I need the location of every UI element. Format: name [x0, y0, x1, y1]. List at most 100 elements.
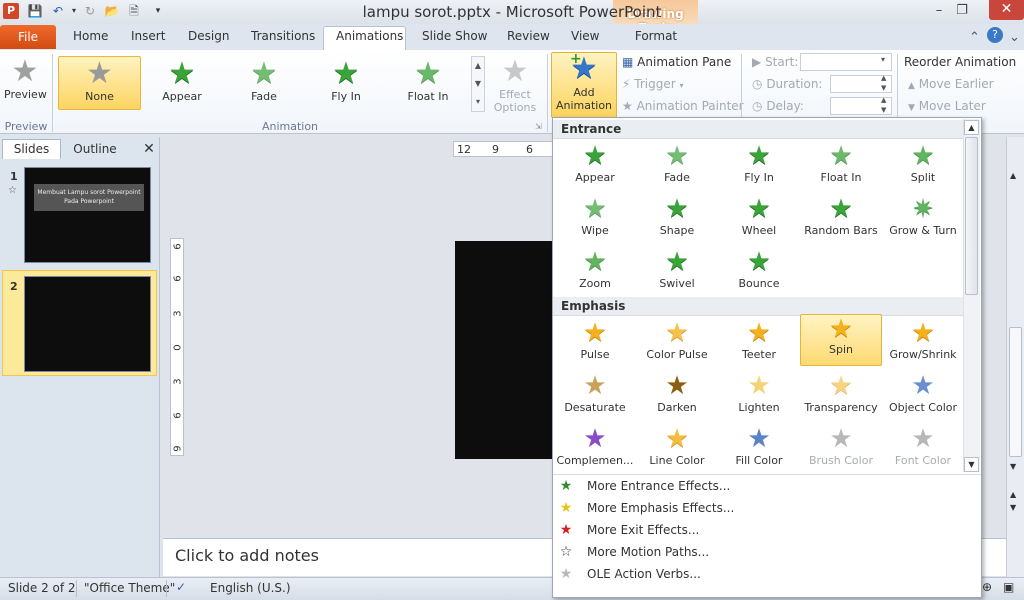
entrance-wipe[interactable]: ★ Wipe — [554, 194, 636, 246]
tab-view[interactable]: View — [571, 29, 599, 43]
emphasis-line-color[interactable]: ★ Line Color — [636, 424, 718, 476]
restore-icon[interactable]: ❐ — [951, 2, 973, 20]
emphasis-teeter[interactable]: ★ Teeter — [718, 318, 800, 370]
divider — [547, 54, 548, 132]
ribbon-options-icon[interactable]: ⌄ — [1009, 30, 1020, 45]
move-later-button[interactable]: ▼ Move Later — [908, 99, 986, 113]
scrollbar-thumb[interactable] — [1009, 327, 1022, 457]
pulse-icon: ★ — [583, 318, 607, 348]
tab-file[interactable]: File — [0, 25, 56, 49]
entrance-grow-turn[interactable]: ✷ Grow & Turn — [882, 194, 964, 246]
notes-placeholder[interactable]: Click to add notes — [175, 546, 319, 565]
more-emphasis-effects[interactable]: More Emphasis Effects... — [587, 501, 734, 515]
trigger-button[interactable]: ⚡ Trigger ▾ — [622, 77, 684, 91]
emphasis-pulse[interactable]: ★ Pulse — [554, 318, 636, 370]
preview-button[interactable]: ★ Preview — [4, 56, 47, 102]
gallery-scroll-buttons[interactable]: ▲ ▼ ▾ — [471, 56, 485, 112]
close-panel-icon[interactable]: ✕ — [141, 139, 157, 159]
start-dropdown-arrow-icon[interactable]: ▾ — [881, 55, 885, 64]
tab-animations[interactable]: Animations — [336, 29, 403, 43]
slide-1-thumbnail[interactable] — [24, 167, 151, 263]
animation-float-in-button[interactable]: ★ Float In — [387, 58, 469, 104]
main-vertical-scrollbar[interactable]: ▲ ▼ ▲ ▼ — [1006, 137, 1024, 577]
emphasis-transparency[interactable]: ★ Transparency — [800, 371, 882, 423]
animation-pane-label: Animation Pane — [637, 55, 732, 69]
entrance-fade[interactable]: ★ Fade — [636, 141, 718, 193]
animation-fly-in-button[interactable]: ★ Fly In — [305, 58, 387, 104]
emphasis-color-pulse[interactable]: ★ Color Pulse — [636, 318, 718, 370]
scroll-up-icon[interactable]: ▲ — [1010, 171, 1016, 180]
entrance-shape[interactable]: ★ Shape — [636, 194, 718, 246]
entrance-label: Wipe — [581, 224, 609, 237]
bounce-icon: ★ — [747, 247, 771, 277]
animation-painter-icon: ★ — [622, 99, 633, 113]
duration-spinner-icon[interactable]: ▲ ▼ — [881, 73, 886, 93]
theme-name[interactable]: "Office Theme" — [84, 581, 175, 595]
entrance-fly-in[interactable]: ★ Fly In — [718, 141, 800, 193]
emphasis-desaturate[interactable]: ★ Desaturate — [554, 371, 636, 423]
entrance-swivel[interactable]: ★ Swivel — [636, 247, 718, 299]
delay-label-text: Delay: — [766, 99, 804, 113]
emphasis-darken[interactable]: ★ Darken — [636, 371, 718, 423]
entrance-float-in[interactable]: ★ Float In — [800, 141, 882, 193]
zoom-in-icon[interactable]: ⊕ — [982, 580, 992, 594]
tab-slides[interactable]: Slides — [2, 139, 61, 159]
language[interactable]: English (U.S.) — [210, 581, 291, 595]
emphasis-lighten[interactable]: ★ Lighten — [718, 371, 800, 423]
tab-transitions[interactable]: Transitions — [251, 29, 315, 43]
start-dropdown[interactable] — [800, 53, 892, 71]
desaturate-icon: ★ — [583, 371, 607, 401]
effect-options-button[interactable]: ★ Effect Options — [490, 56, 540, 115]
more-motion-paths[interactable]: More Motion Paths... — [587, 545, 709, 559]
fit-to-window-icon[interactable]: ▣ — [1003, 580, 1014, 594]
entrance-bounce[interactable]: ★ Bounce — [718, 247, 800, 299]
entrance-random-bars[interactable]: ★ Random Bars — [800, 194, 882, 246]
more-entrance-effects[interactable]: More Entrance Effects... — [587, 479, 730, 493]
line-color-icon: ★ — [665, 424, 689, 454]
animation-none-button[interactable]: ★ None — [58, 58, 141, 104]
duration-label: ◷ Duration: — [752, 77, 822, 91]
gallery-scroll-up-icon[interactable]: ▲ — [964, 120, 979, 135]
ruler-mark: 9 — [492, 143, 499, 156]
minimize-icon[interactable]: – — [928, 2, 950, 20]
emphasis-object-color[interactable]: ★ Object Color — [882, 371, 964, 423]
tab-outline[interactable]: Outline — [62, 139, 128, 159]
help-icon[interactable]: ? — [987, 27, 1003, 43]
emphasis-fill-color[interactable]: ★ Fill Color — [718, 424, 800, 476]
slide-canvas[interactable] — [455, 241, 555, 459]
tab-home[interactable]: Home — [73, 29, 108, 43]
gallery-scroll-thumb[interactable] — [965, 137, 978, 295]
move-later-label: Move Later — [918, 99, 986, 113]
animation-appear-button[interactable]: ★ Appear — [141, 58, 223, 104]
add-animation-button[interactable]: ★ Add Animation — [551, 52, 617, 113]
emphasis-grow-shrink[interactable]: ★ Grow/Shrink — [882, 318, 964, 370]
delay-spinner-icon[interactable]: ▲ ▼ — [881, 95, 886, 115]
entrance-wheel[interactable]: ★ Wheel — [718, 194, 800, 246]
animation-pane-button[interactable]: ▦ Animation Pane — [622, 55, 731, 69]
tab-format[interactable]: Format — [620, 29, 692, 43]
scroll-down-icon[interactable]: ▼ — [1010, 462, 1016, 471]
emphasis-complementary[interactable]: ★ Complemen... — [554, 424, 636, 476]
tab-insert[interactable]: Insert — [131, 29, 165, 43]
animation-fade-button[interactable]: ★ Fade — [223, 58, 305, 104]
entrance-split[interactable]: ★ Split — [882, 141, 964, 193]
minimize-ribbon-icon[interactable]: ⌃ — [969, 30, 980, 45]
more-exit-effects[interactable]: More Exit Effects... — [587, 523, 699, 537]
tab-review[interactable]: Review — [507, 29, 550, 43]
close-window-button[interactable]: ✕ — [989, 0, 1024, 20]
move-earlier-button[interactable]: ▲ Move Earlier — [908, 77, 994, 91]
entrance-appear[interactable]: ★ Appear — [554, 141, 636, 193]
animation-painter-button[interactable]: ★ Animation Painter — [622, 99, 744, 113]
tab-design[interactable]: Design — [188, 29, 229, 43]
slide-2-thumbnail[interactable] — [24, 276, 151, 372]
next-slide-icon[interactable]: ▼ — [1010, 503, 1016, 512]
gallery-scroll-down-icon[interactable]: ▼ — [964, 457, 979, 472]
spell-check-icon[interactable]: ✓ — [176, 580, 186, 594]
emphasis-spin[interactable]: ★ Spin — [800, 314, 882, 366]
previous-slide-icon[interactable]: ▲ — [1010, 490, 1016, 499]
emphasis-label: Line Color — [649, 454, 705, 467]
dialog-launcher-icon[interactable]: ⇲ — [535, 122, 542, 131]
entrance-zoom[interactable]: ★ Zoom — [554, 247, 636, 299]
add-animation-label-2: Animation — [555, 99, 613, 112]
tab-slide-show[interactable]: Slide Show — [422, 29, 487, 43]
